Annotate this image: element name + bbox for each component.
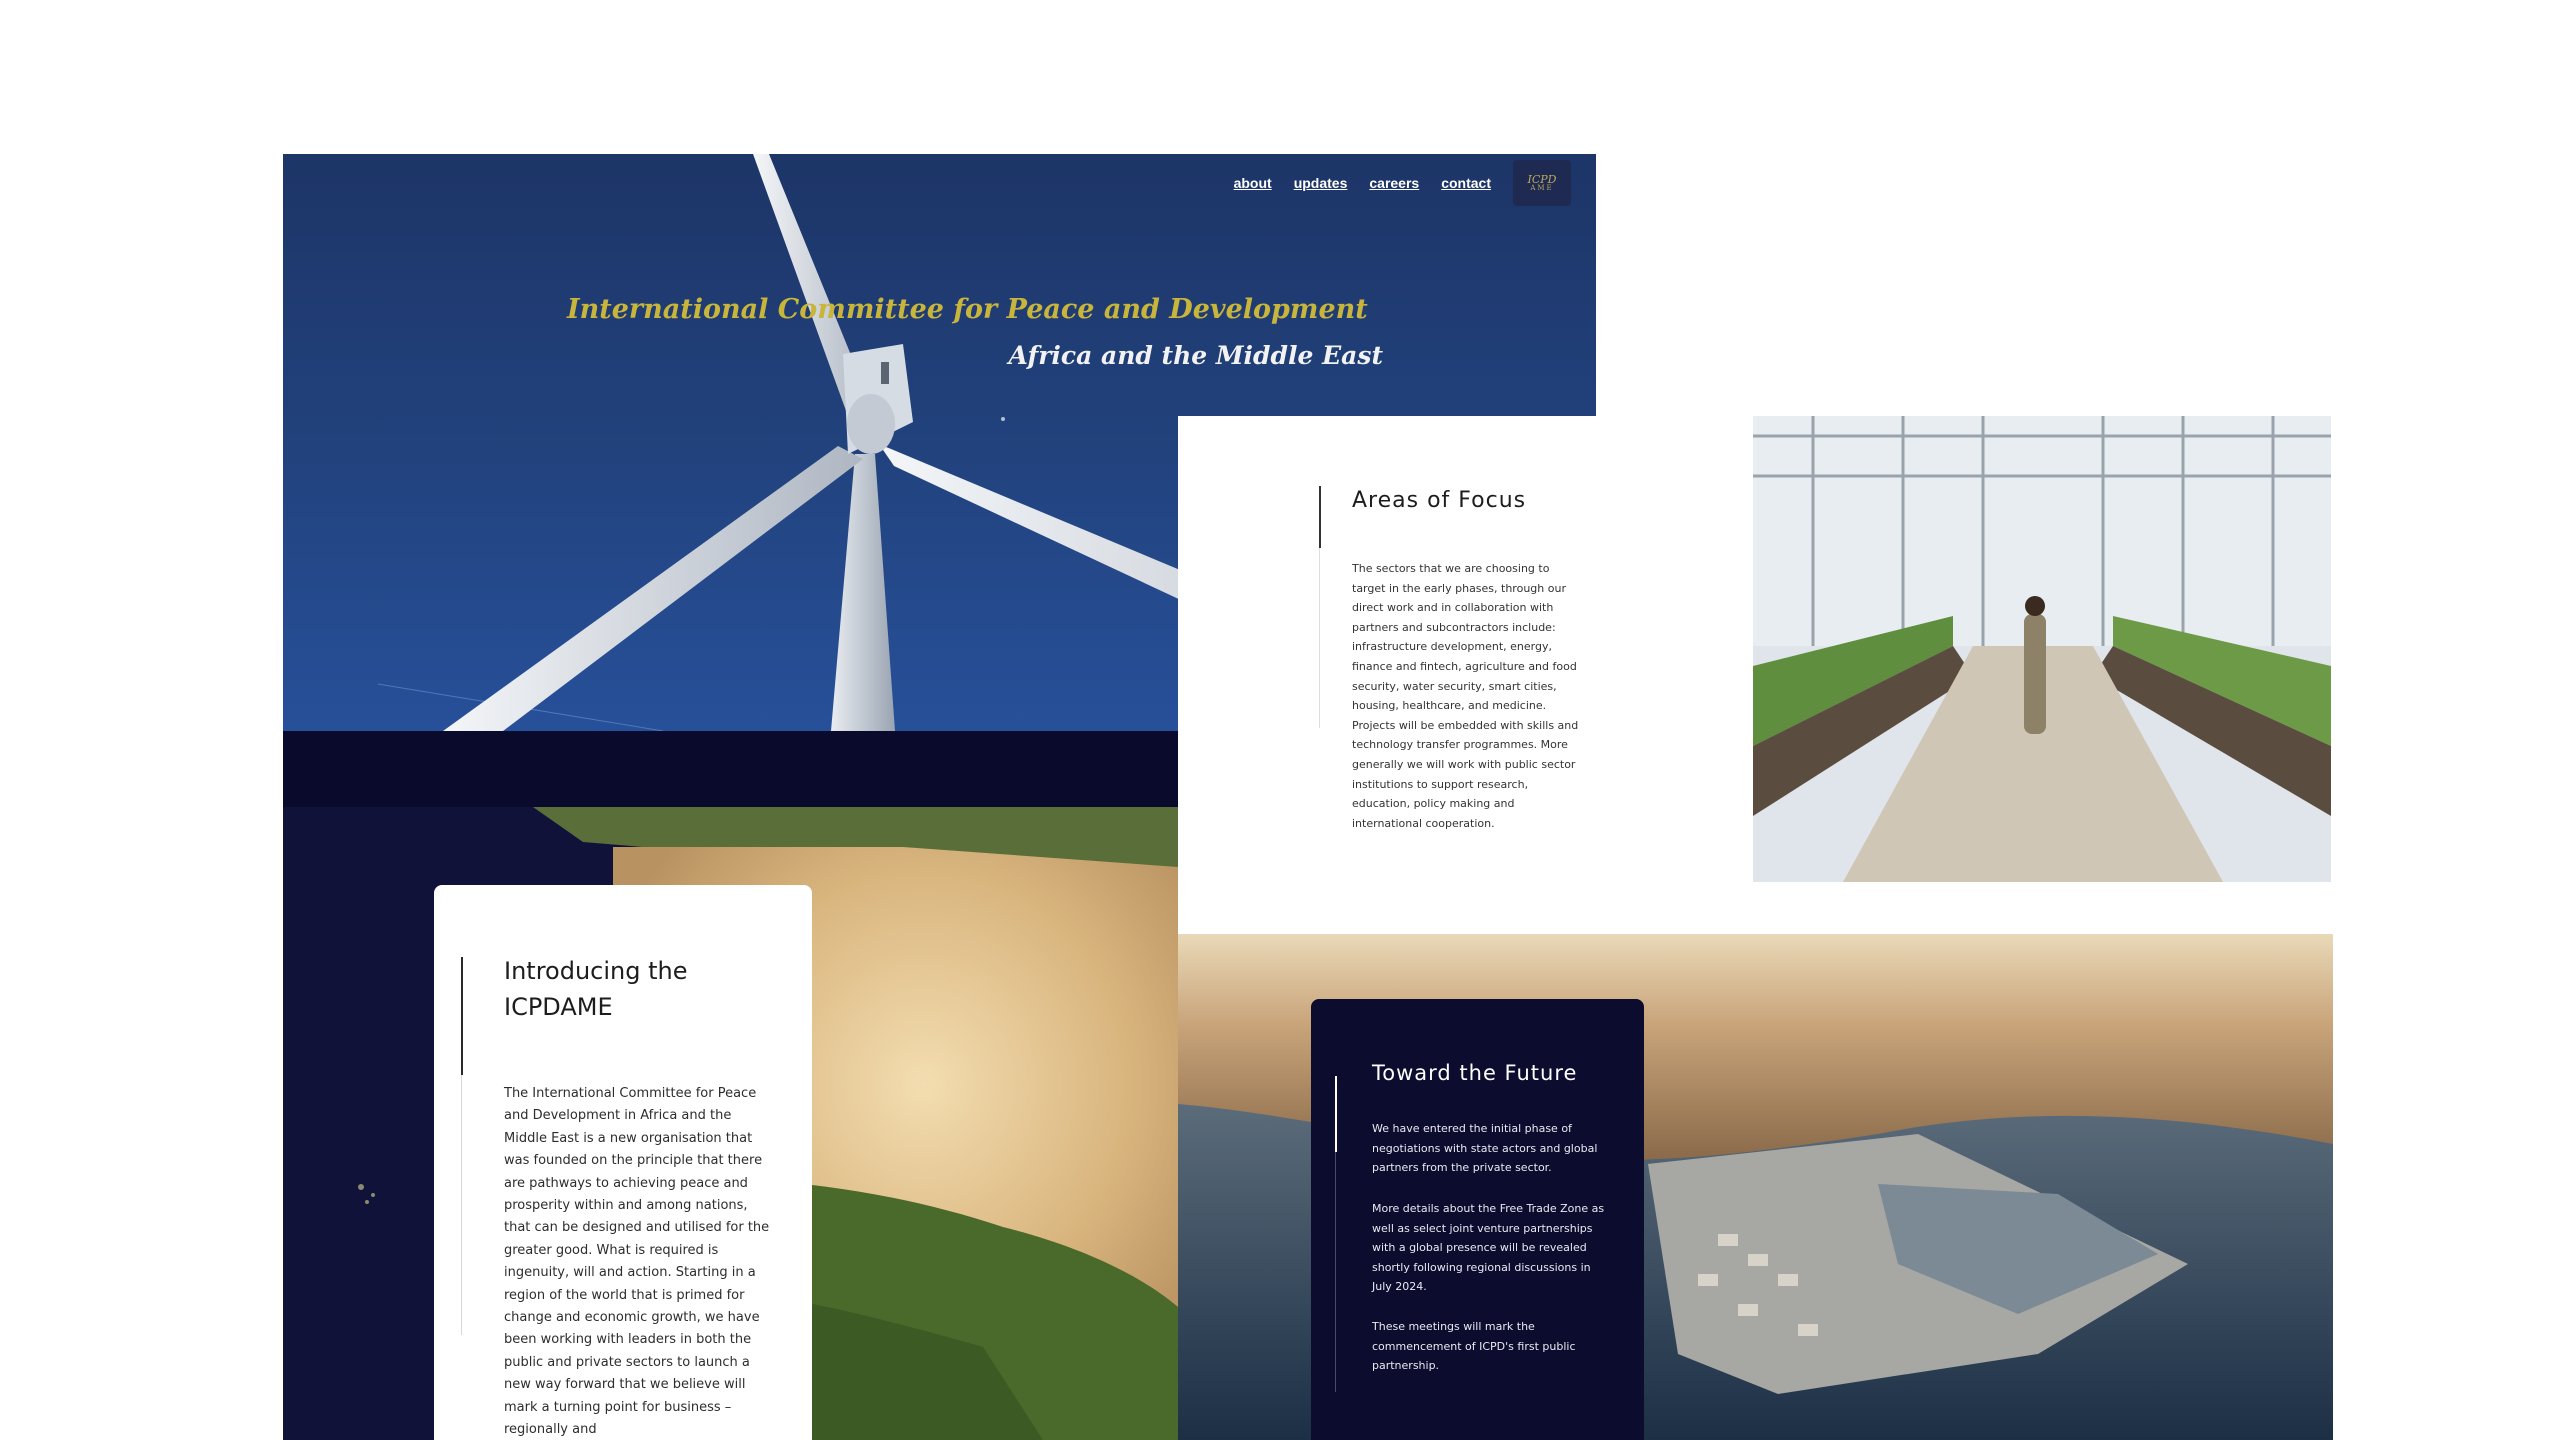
intro-heading: Introducing the ICPDAME: [504, 957, 688, 1021]
future-heading: Toward the Future: [1372, 1061, 1578, 1085]
logo-subtext: AME: [1530, 184, 1554, 192]
top-nav: about updates careers contact ICPD AME: [1234, 160, 1571, 206]
intro-body: The International Committee for Peace an…: [504, 1086, 770, 1438]
future-paragraph-2: More details about the Free Trade Zone a…: [1372, 1202, 1605, 1294]
icpd-logo[interactable]: ICPD AME: [1513, 160, 1571, 206]
dark-divider-strip: [283, 731, 1178, 807]
future-paragraph-1: We have entered the initial phase of neg…: [1372, 1122, 1598, 1175]
focus-heading: Areas of Focus: [1352, 488, 1527, 513]
future-paragraph-3: These meetings will mark the commencemen…: [1372, 1320, 1576, 1373]
divider-line: [1319, 548, 1320, 728]
intro-card: Introducing the ICPDAME The Internationa…: [434, 885, 812, 1440]
nav-contact-link[interactable]: contact: [1441, 175, 1491, 191]
accent-bar: [1319, 486, 1321, 548]
divider-line: [1335, 1152, 1336, 1392]
focus-body: The sectors that we are choosing to targ…: [1352, 562, 1579, 830]
accent-bar: [461, 957, 463, 1075]
greenhouse-photo: [1753, 416, 2331, 882]
nav-about-link[interactable]: about: [1234, 175, 1272, 191]
nav-updates-link[interactable]: updates: [1294, 175, 1348, 191]
future-card: Toward the Future We have entered the in…: [1311, 999, 1644, 1440]
hero-title: International Committee for Peace and De…: [567, 294, 1368, 325]
accent-bar: [1335, 1076, 1337, 1152]
nav-careers-link[interactable]: careers: [1369, 175, 1419, 191]
hero-subtitle: Africa and the Middle East: [1008, 341, 1383, 370]
greenhouse-image: [1753, 416, 2331, 882]
divider-line: [461, 1075, 462, 1335]
